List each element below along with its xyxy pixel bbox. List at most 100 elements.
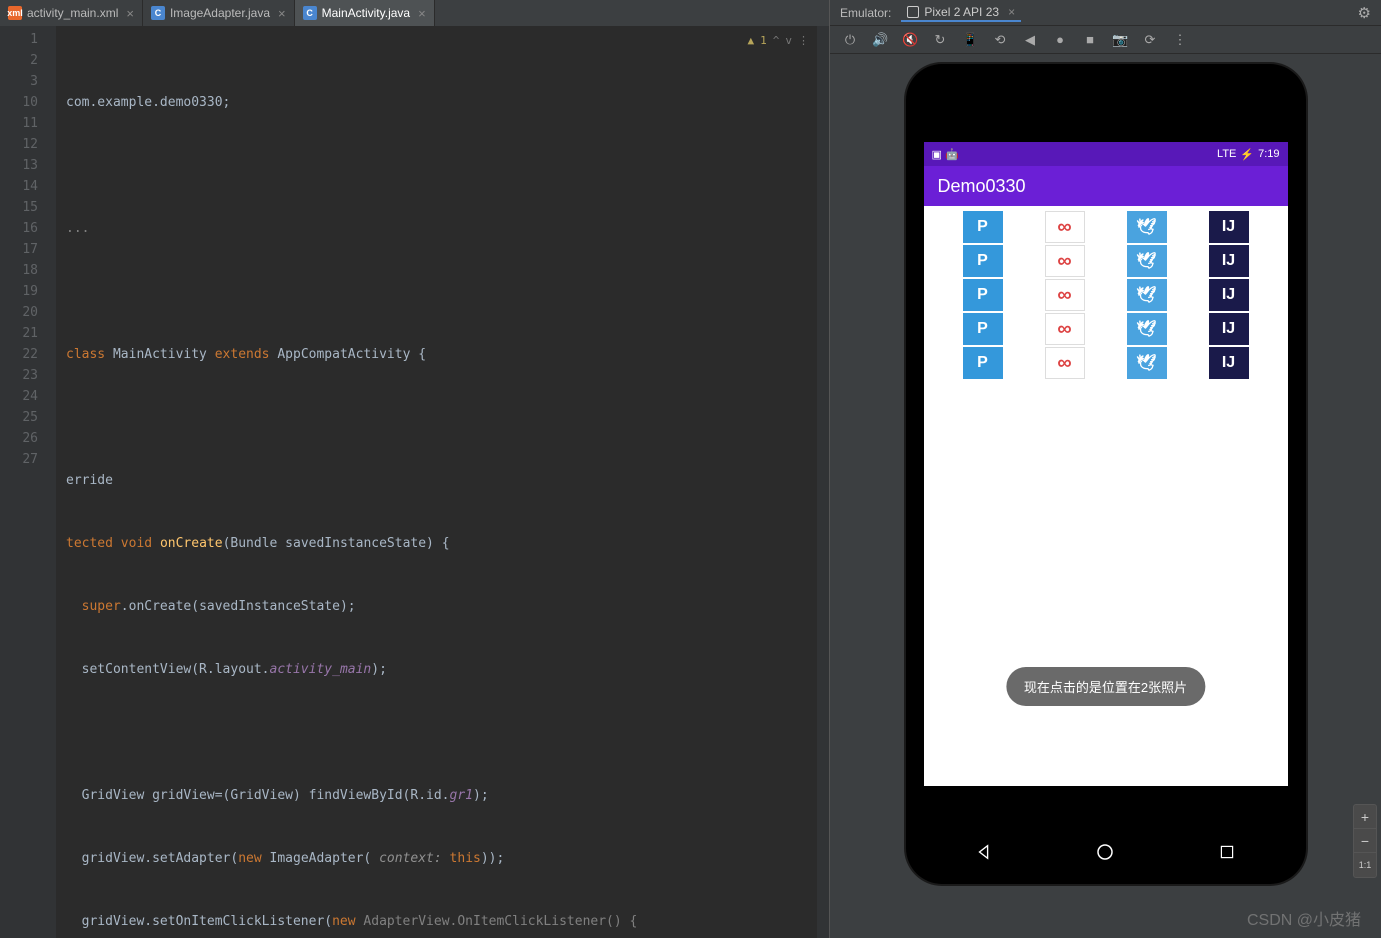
grid-item[interactable]: ∞ (1045, 313, 1085, 345)
toast: 现在点击的是位置在2张照片 (1006, 667, 1205, 706)
power-icon[interactable]: ⏻ (842, 32, 858, 48)
tab-label: activity_main.xml (27, 6, 118, 20)
tab-label: MainActivity.java (322, 6, 410, 20)
xml-icon: xml (8, 6, 22, 20)
line-number: 10 (0, 92, 38, 113)
next-warning-icon[interactable]: v (785, 30, 792, 51)
stop-icon[interactable]: ■ (1082, 32, 1098, 47)
java-icon: C (151, 6, 165, 20)
nav-home-icon[interactable] (1094, 841, 1116, 863)
line-number: 16 (0, 218, 38, 239)
zoom-out-button[interactable]: − (1354, 829, 1376, 853)
emulator-toolbar: ⏻ 🔊 🔇 ↻ 📱 ⟲ ◀ ● ■ 📷 ⟳ ⋮ (830, 26, 1381, 54)
nav-bar (924, 828, 1288, 876)
inspection-widget[interactable]: ▲1 ^ v ⋮ (748, 30, 810, 51)
emulator-panel: Emulator: Pixel 2 API 23 × ⚙ ⏻ 🔊 🔇 ↻ 📱 ⟲… (830, 0, 1381, 938)
line-number: 15 (0, 197, 38, 218)
phone-screen[interactable]: ▣ 🤖 LTE ⚡ 7:19 Demo0330 P ∞ 🕊 IJ P ∞ 🕊 IJ P ∞ 🕊 IJ P… (924, 142, 1288, 786)
screenshot-icon[interactable]: ⟲ (992, 32, 1008, 48)
grid-item[interactable]: P (963, 245, 1003, 277)
tab-bar: xml activity_main.xml × C ImageAdapter.j… (0, 0, 829, 26)
line-number: 1 (0, 29, 38, 50)
app-title: Demo0330 (938, 176, 1026, 197)
grid-item[interactable]: P (963, 347, 1003, 379)
close-icon[interactable]: × (278, 6, 286, 21)
line-number: 13 (0, 155, 38, 176)
nav-recents-icon[interactable] (1216, 841, 1238, 863)
line-number: 19 (0, 281, 38, 302)
grid-item[interactable]: P (963, 211, 1003, 243)
grid-item[interactable]: IJ (1209, 347, 1249, 379)
line-number: 17 (0, 239, 38, 260)
nav-back-icon[interactable] (973, 841, 995, 863)
phone-frame: ▣ 🤖 LTE ⚡ 7:19 Demo0330 P ∞ 🕊 IJ P ∞ 🕊 IJ P ∞ 🕊 IJ P… (906, 64, 1306, 884)
line-number: 14 (0, 176, 38, 197)
line-number: 21 (0, 323, 38, 344)
status-right: LTE ⚡ 7:19 (1217, 148, 1279, 161)
reload-icon[interactable]: ⟳ (1142, 32, 1158, 48)
grid-item[interactable]: IJ (1209, 211, 1249, 243)
grid-item[interactable]: 🕊 (1127, 279, 1167, 311)
gutter: 1 2 3 10 11 12 13 14 15 16 17 18 19 20 2… (0, 26, 56, 938)
close-icon[interactable]: × (126, 6, 134, 21)
gear-icon[interactable]: ⚙ (1358, 4, 1371, 22)
grid-item[interactable]: ∞ (1045, 245, 1085, 277)
line-number: 12 (0, 134, 38, 155)
line-number: 22 (0, 344, 38, 365)
grid-item[interactable]: 🕊 (1127, 211, 1167, 243)
line-number: 2 (0, 50, 38, 71)
grid-item[interactable]: P (963, 313, 1003, 345)
rotate-left-icon[interactable]: ↻ (932, 32, 948, 48)
status-bar: ▣ 🤖 LTE ⚡ 7:19 (924, 142, 1288, 166)
tab-label: ImageAdapter.java (170, 6, 270, 20)
watermark: CSDN @小皮猪 (1247, 906, 1361, 930)
emulator-canvas: ▣ 🤖 LTE ⚡ 7:19 Demo0330 P ∞ 🕊 IJ P ∞ 🕊 IJ P ∞ 🕊 IJ P… (830, 54, 1381, 938)
close-device-icon[interactable]: × (1008, 5, 1015, 19)
line-number: 25 (0, 407, 38, 428)
line-number: 24 (0, 386, 38, 407)
grid-item[interactable]: IJ (1209, 279, 1249, 311)
tab-main-activity[interactable]: C MainActivity.java × (295, 0, 435, 26)
back-icon[interactable]: ◀ (1022, 32, 1038, 48)
editor-panel: xml activity_main.xml × C ImageAdapter.j… (0, 0, 830, 938)
grid-item[interactable]: IJ (1209, 245, 1249, 277)
close-icon[interactable]: × (418, 6, 426, 21)
line-number: 11 (0, 113, 38, 134)
tab-image-adapter[interactable]: C ImageAdapter.java × (143, 0, 295, 26)
line-number: 18 (0, 260, 38, 281)
more-icon[interactable]: ⋮ (798, 30, 809, 51)
volume-up-icon[interactable]: 🔊 (872, 32, 888, 48)
java-icon: C (303, 6, 317, 20)
line-number: 20 (0, 302, 38, 323)
prev-warning-icon[interactable]: ^ (773, 30, 780, 51)
line-number: 3 (0, 71, 38, 92)
grid-item[interactable]: 🕊 (1127, 347, 1167, 379)
grid-item[interactable]: 🕊 (1127, 245, 1167, 277)
zoom-in-button[interactable]: + (1354, 805, 1376, 829)
app-bar: Demo0330 (924, 166, 1288, 206)
more-icon[interactable]: ⋮ (1172, 32, 1188, 48)
grid-item[interactable]: ∞ (1045, 279, 1085, 311)
grid-item[interactable]: 🕊 (1127, 313, 1167, 345)
rotate-right-icon[interactable]: 📱 (962, 32, 978, 48)
tab-activity-main[interactable]: xml activity_main.xml × (0, 0, 143, 26)
device-selector[interactable]: Pixel 2 API 23 × (901, 4, 1021, 22)
zoom-fit-button[interactable]: 1:1 (1354, 853, 1376, 877)
emulator-header: Emulator: Pixel 2 API 23 × ⚙ (830, 0, 1381, 26)
grid-item[interactable]: ∞ (1045, 347, 1085, 379)
record-icon[interactable]: ● (1052, 32, 1068, 47)
grid-item[interactable]: P (963, 279, 1003, 311)
clock: 7:19 (1258, 148, 1279, 160)
camera-icon[interactable]: 📷 (1112, 32, 1128, 48)
line-number: 27 (0, 449, 38, 470)
line-number: 23 (0, 365, 38, 386)
grid-item[interactable]: IJ (1209, 313, 1249, 345)
status-icons: ▣ 🤖 (932, 148, 959, 161)
code-content[interactable]: ▲1 ^ v ⋮ com.example.demo0330; ... class… (56, 26, 829, 938)
device-icon (907, 6, 919, 18)
code-editor[interactable]: 1 2 3 10 11 12 13 14 15 16 17 18 19 20 2… (0, 26, 829, 938)
line-number: 26 (0, 428, 38, 449)
error-stripe[interactable] (817, 26, 829, 938)
volume-down-icon[interactable]: 🔇 (902, 32, 918, 48)
grid-item[interactable]: ∞ (1045, 211, 1085, 243)
